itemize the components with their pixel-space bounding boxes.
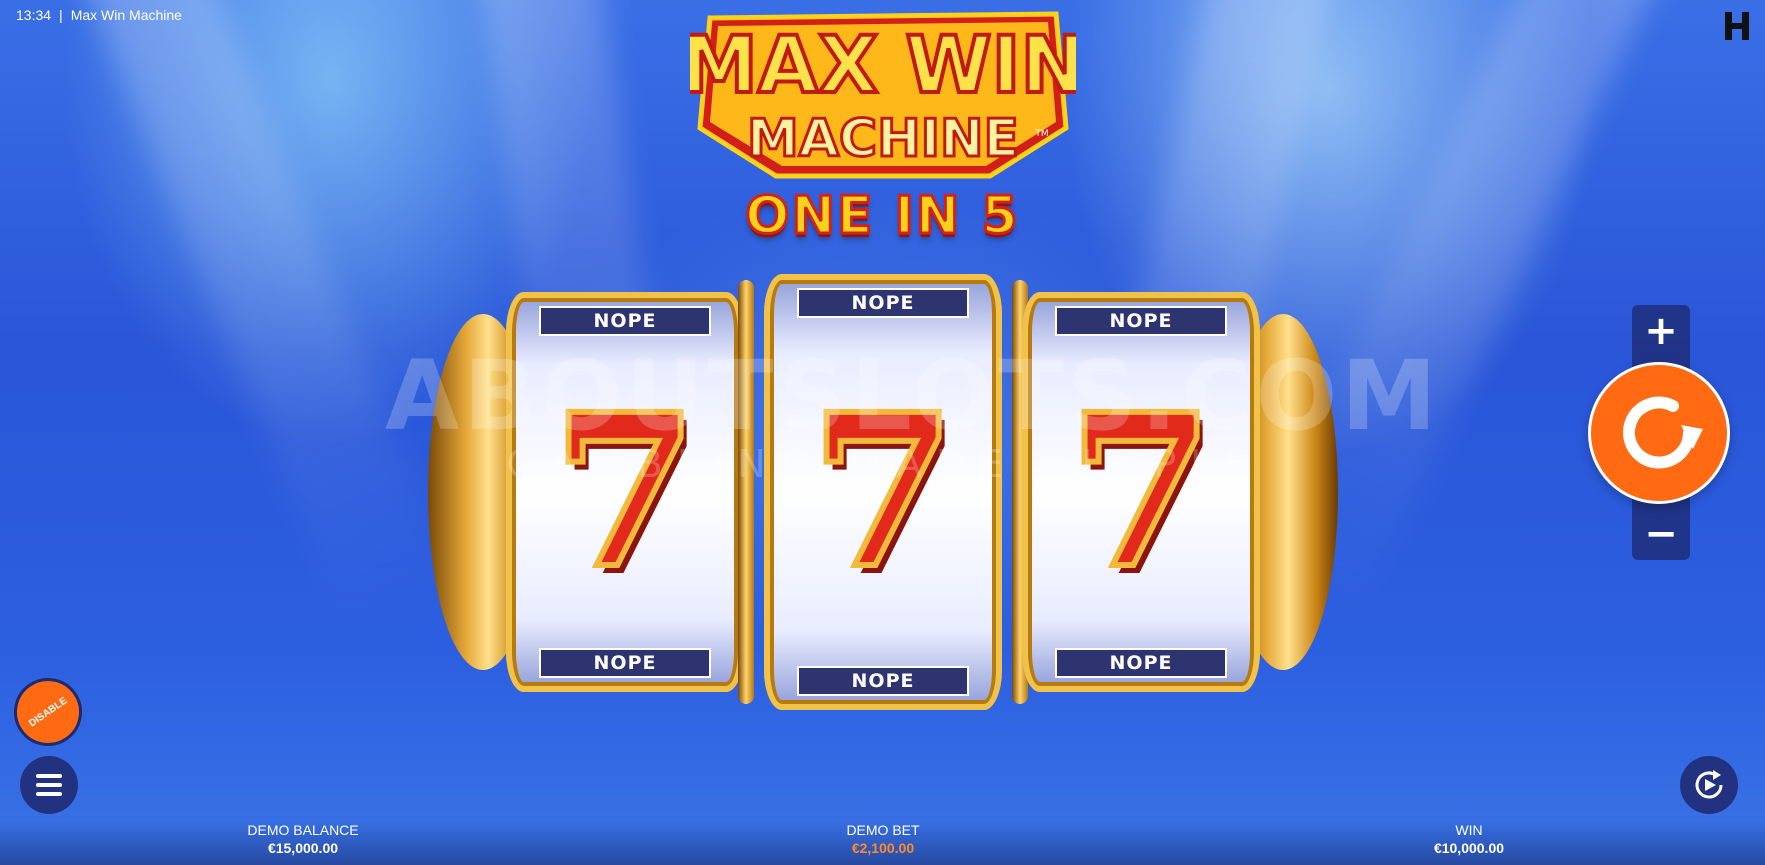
reel-1: NOPE 7 NOPE: [506, 292, 744, 692]
spin-arrow-icon: [1623, 396, 1703, 469]
reel-top-label: NOPE: [1055, 306, 1227, 336]
menu-button[interactable]: [20, 756, 78, 814]
trademark: TM: [1034, 129, 1048, 139]
hamburger-menu-icon: [36, 783, 62, 787]
bet-value: €2,100.00: [851, 840, 915, 856]
clock: 13:34: [16, 7, 52, 23]
provider-logo-icon: [1723, 10, 1751, 42]
decrease-bet-button[interactable]: −: [1632, 514, 1690, 554]
reel-bottom-label: NOPE: [539, 648, 711, 678]
status-bar: 13:34 | Max Win Machine: [16, 7, 182, 23]
seven-symbol: 7: [549, 368, 701, 615]
logo-line-2: MACHINE: [747, 109, 1019, 169]
disable-label: DISABLE: [26, 694, 70, 730]
win-value: €10,000.00: [1433, 840, 1505, 856]
autoplay-button[interactable]: [1680, 756, 1738, 814]
bet-label: DEMO BET: [846, 822, 920, 838]
hamburger-menu-icon: [36, 774, 62, 778]
bet-stat: DEMO BET €2,100.00: [783, 822, 983, 856]
balance-stat: DEMO BALANCE €15,000.00: [203, 822, 403, 856]
win-stat: WIN €10,000.00: [1369, 822, 1569, 856]
balance-value: €15,000.00: [267, 840, 339, 856]
reel-2: NOPE 7 NOPE: [764, 274, 1002, 710]
separator: |: [59, 7, 63, 23]
slot-machine: NOPE 7 NOPE NOPE 7 NOPE NOPE 7 NOPE: [428, 274, 1338, 710]
game-logo: MAX WIN MACHINE TM: [678, 8, 1088, 184]
logo-line-1: MAX WIN: [690, 21, 1076, 111]
spin-button[interactable]: [1588, 362, 1730, 504]
light-beam: [62, 0, 458, 635]
hamburger-menu-icon: [36, 792, 62, 796]
reel-divider: [738, 280, 754, 704]
seven-symbol: 7: [1065, 368, 1217, 615]
win-label: WIN: [1455, 822, 1483, 838]
reel-3: NOPE 7 NOPE: [1022, 292, 1260, 692]
game-subtitle: ONE IN 5: [744, 185, 1020, 248]
autoplay-icon: [1695, 770, 1723, 799]
balance-label: DEMO BALANCE: [247, 822, 359, 838]
seven-symbol: 7: [807, 368, 959, 615]
reel-bottom-label: NOPE: [1055, 648, 1227, 678]
disable-button[interactable]: DISABLE: [0, 664, 96, 760]
game-title: Max Win Machine: [70, 7, 182, 23]
reel-bottom-label: NOPE: [797, 666, 969, 696]
increase-bet-button[interactable]: +: [1632, 311, 1690, 351]
reel-top-label: NOPE: [539, 306, 711, 336]
reel-top-label: NOPE: [797, 288, 969, 318]
